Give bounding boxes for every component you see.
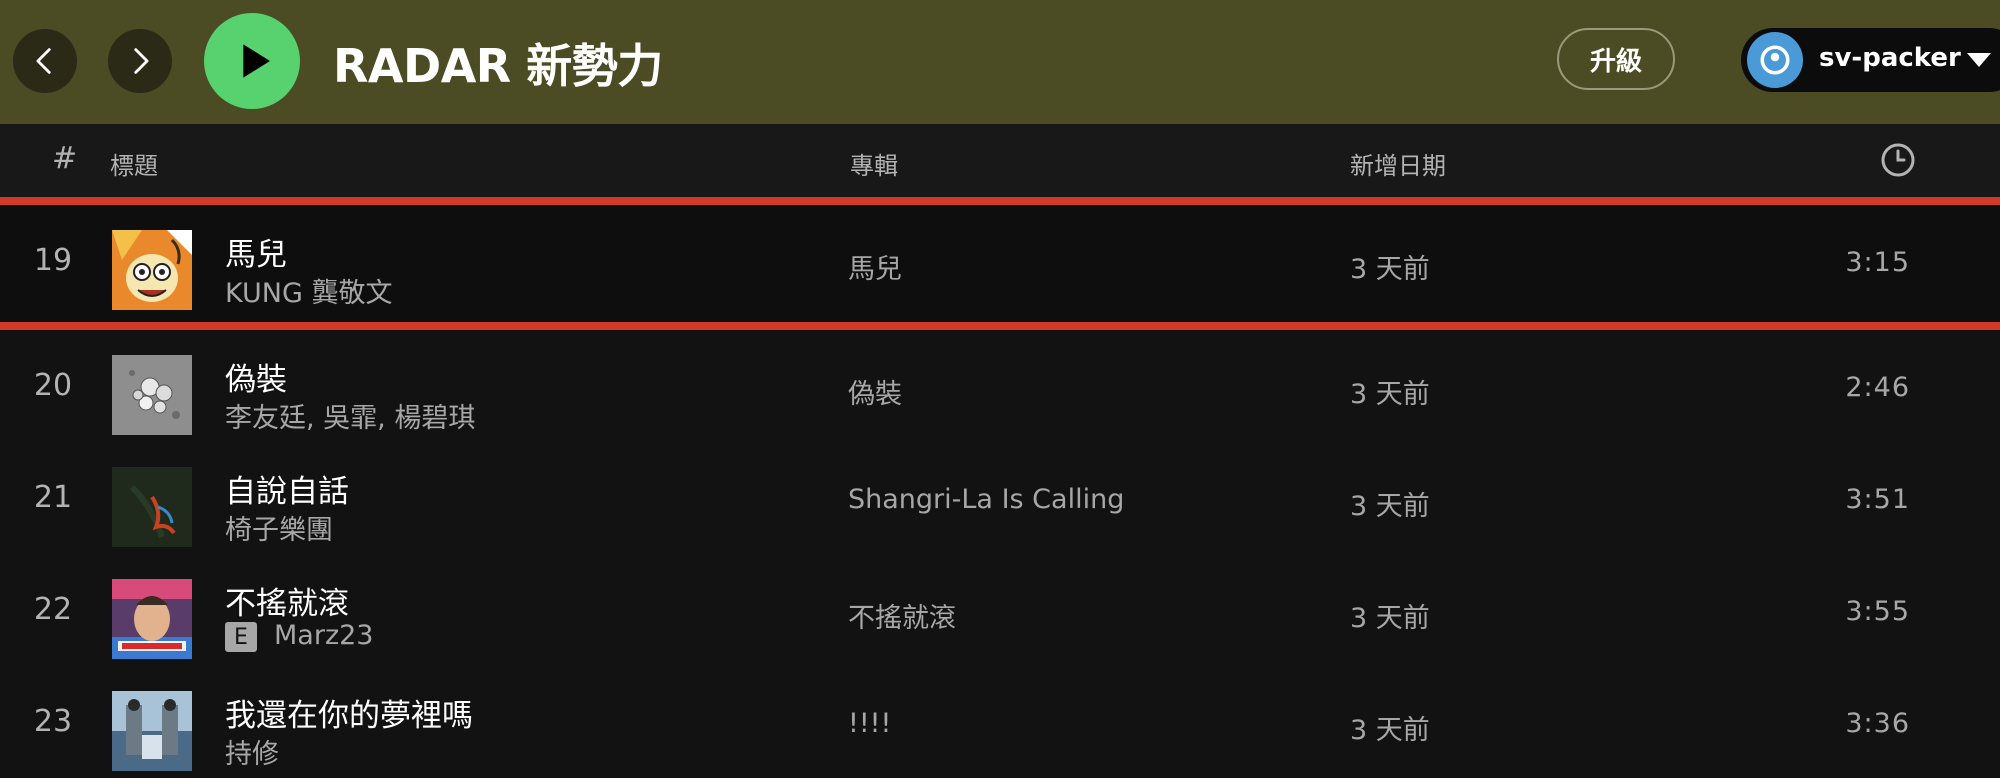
column-album[interactable]: 專輯 bbox=[850, 146, 898, 181]
album-art-image bbox=[112, 691, 192, 771]
playlist-title: RADAR 新勢力 bbox=[333, 39, 663, 93]
album-art bbox=[112, 579, 192, 659]
track-title[interactable]: 馬兒 bbox=[225, 229, 287, 274]
album-art-image bbox=[112, 579, 192, 659]
clock-icon bbox=[1881, 143, 1915, 177]
explicit-badge: E bbox=[225, 622, 257, 652]
album-art bbox=[112, 691, 192, 771]
back-button[interactable] bbox=[13, 29, 77, 93]
highlight-line-bottom bbox=[0, 322, 2000, 330]
column-number[interactable]: # bbox=[52, 141, 77, 176]
track-artist[interactable]: 李友廷, 吳霏, 楊碧琪 bbox=[225, 396, 475, 435]
track-date-added: 3 天前 bbox=[1350, 379, 1430, 410]
track-title[interactable]: 我還在你的夢裡嗎 bbox=[225, 690, 473, 735]
track-row[interactable]: 19 馬兒 KUNG 龔敬文 馬兒 3 天前 3:15 bbox=[0, 205, 2000, 322]
track-number: 20 bbox=[33, 368, 73, 403]
forward-button[interactable] bbox=[108, 29, 172, 93]
highlight-line-top bbox=[0, 197, 2000, 205]
track-duration: 3:51 bbox=[1845, 484, 1910, 515]
upgrade-button[interactable]: 升級 bbox=[1557, 28, 1675, 90]
album-art bbox=[112, 230, 192, 310]
track-duration: 3:55 bbox=[1845, 596, 1910, 627]
track-duration: 2:46 bbox=[1845, 372, 1910, 403]
album-art bbox=[112, 355, 192, 435]
track-title[interactable]: 自說自話 bbox=[225, 466, 349, 511]
track-row[interactable]: 20 偽裝 李友廷, 吳霏, 楊碧琪 偽裝 3 天前 2:46 bbox=[0, 330, 2000, 442]
track-date-added: 3 天前 bbox=[1350, 603, 1430, 634]
tracklist-header: # 標題 專輯 新增日期 bbox=[0, 124, 2000, 197]
track-number: 23 bbox=[33, 704, 73, 739]
track-album[interactable]: Shangri-La Is Calling bbox=[848, 484, 1124, 515]
track-artist[interactable]: Marz23 bbox=[274, 620, 373, 651]
play-button[interactable] bbox=[204, 13, 300, 109]
track-number: 22 bbox=[33, 592, 73, 627]
column-duration[interactable] bbox=[1880, 142, 1916, 184]
track-artist[interactable]: KUNG 龔敬文 bbox=[225, 271, 392, 310]
column-date-added[interactable]: 新增日期 bbox=[1350, 146, 1446, 181]
track-row[interactable]: 22 不搖就滾 E Marz23 不搖就滾 3 天前 3:55 bbox=[0, 554, 2000, 666]
track-row[interactable]: 23 我還在你的夢裡嗎 持修 !!!! 3 天前 3:36 bbox=[0, 666, 2000, 778]
avatar bbox=[1747, 32, 1803, 88]
track-title[interactable]: 偽裝 bbox=[225, 354, 287, 399]
track-title[interactable]: 不搖就滾 bbox=[225, 578, 349, 623]
track-artist[interactable]: 椅子樂團 bbox=[225, 508, 333, 547]
album-art-image bbox=[112, 230, 192, 310]
caret-down-icon bbox=[1967, 53, 1991, 67]
track-duration: 3:15 bbox=[1845, 247, 1910, 278]
chevron-left-icon bbox=[36, 48, 51, 74]
column-title[interactable]: 標題 bbox=[110, 146, 158, 181]
track-album[interactable]: 馬兒 bbox=[848, 247, 902, 286]
track-album[interactable]: !!!! bbox=[848, 708, 891, 739]
track-duration: 3:36 bbox=[1845, 708, 1910, 739]
track-number: 21 bbox=[33, 480, 73, 515]
track-date-added: 3 天前 bbox=[1350, 254, 1430, 285]
chevron-right-icon bbox=[134, 48, 149, 74]
album-art bbox=[112, 467, 192, 547]
track-date-added: 3 天前 bbox=[1350, 715, 1430, 746]
track-row[interactable]: 21 自說自話 椅子樂團 Shangri-La Is Calling 3 天前 … bbox=[0, 442, 2000, 554]
track-date-added: 3 天前 bbox=[1350, 491, 1430, 522]
track-album[interactable]: 不搖就滾 bbox=[848, 596, 956, 635]
track-album[interactable]: 偽裝 bbox=[848, 372, 902, 411]
album-art-image bbox=[112, 355, 192, 435]
play-icon bbox=[243, 44, 270, 78]
top-bar: RADAR 新勢力 升級 sv-packer bbox=[0, 0, 2000, 124]
username: sv-packer bbox=[1819, 43, 1961, 73]
track-artist[interactable]: 持修 bbox=[225, 732, 279, 771]
track-number: 19 bbox=[33, 243, 73, 278]
user-avatar-icon bbox=[1760, 45, 1790, 75]
user-menu[interactable]: sv-packer bbox=[1741, 28, 2000, 92]
album-art-image bbox=[112, 467, 192, 547]
